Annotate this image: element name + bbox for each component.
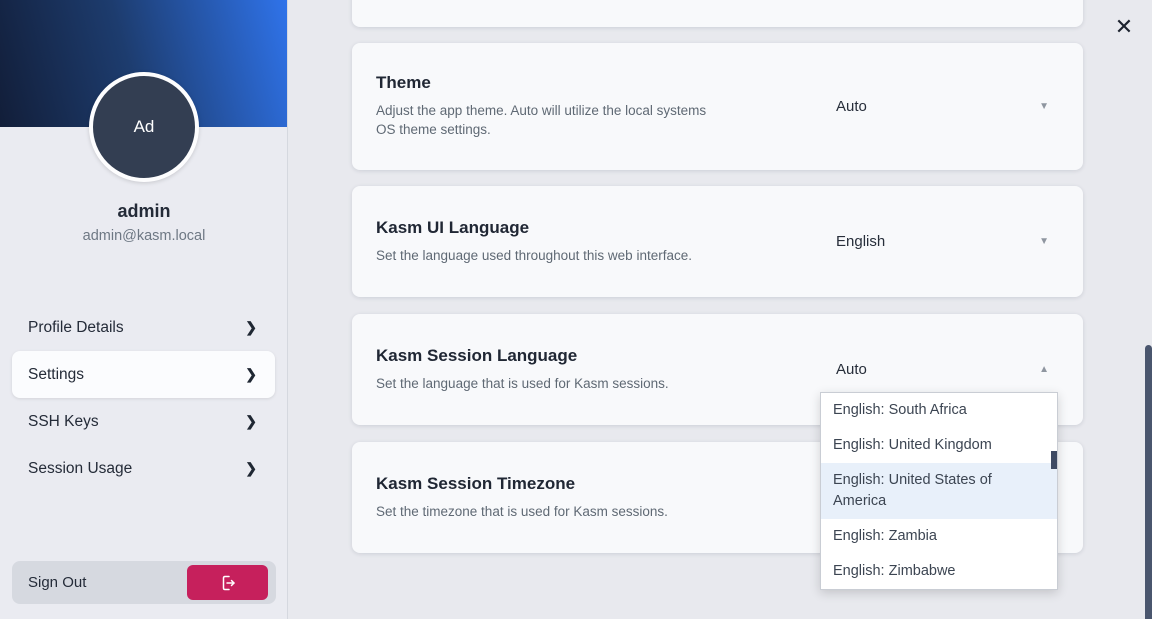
dropdown-option[interactable]: English: United Kingdom xyxy=(821,428,1057,463)
card-title: Kasm UI Language xyxy=(376,218,776,238)
caret-down-icon: ▼ xyxy=(1039,101,1049,112)
sign-out-row: Sign Out xyxy=(12,561,276,604)
chevron-right-icon: ❯ xyxy=(245,460,257,477)
card-description: Adjust the app theme. Auto will utilize … xyxy=(376,102,711,139)
theme-select[interactable]: Auto ▼ xyxy=(821,87,1059,127)
ui-language-select-value: English xyxy=(836,233,885,250)
card-text: Kasm Session Timezone Set the timezone t… xyxy=(376,474,776,522)
card-text: Theme Adjust the app theme. Auto will ut… xyxy=(376,73,776,139)
sidebar-item-label: Settings xyxy=(28,366,84,384)
sign-out-button[interactable] xyxy=(187,565,268,600)
card-description: Set the language that is used for Kasm s… xyxy=(376,375,711,394)
sign-out-label: Sign Out xyxy=(28,574,86,591)
profile-settings-screen: Ad admin admin@kasm.local Profile Detail… xyxy=(0,0,1152,619)
close-button[interactable]: ✕ xyxy=(1106,9,1142,45)
chevron-right-icon: ❯ xyxy=(245,366,257,383)
username: admin xyxy=(0,201,288,222)
dropdown-scrollbar[interactable] xyxy=(1051,451,1057,469)
card-text: Kasm Session Language Set the language t… xyxy=(376,346,776,394)
dropdown-option[interactable]: English: South Africa xyxy=(821,393,1057,428)
card-description: Set the timezone that is used for Kasm s… xyxy=(376,503,711,522)
avatar: Ad xyxy=(89,72,199,182)
chevron-right-icon: ❯ xyxy=(245,319,257,336)
user-email: admin@kasm.local xyxy=(0,228,288,244)
card-partial-top xyxy=(352,0,1083,27)
session-language-select[interactable]: Auto ▲ xyxy=(821,350,1059,390)
sidebar-item-label: SSH Keys xyxy=(28,413,99,431)
sidebar-item-profile-details[interactable]: Profile Details ❯ xyxy=(12,304,275,351)
close-icon: ✕ xyxy=(1115,14,1133,39)
page-scrollbar[interactable] xyxy=(1145,345,1152,619)
caret-up-icon: ▲ xyxy=(1039,364,1049,375)
chevron-right-icon: ❯ xyxy=(245,413,257,430)
card-title: Kasm Session Language xyxy=(376,346,776,366)
session-language-select-value: Auto xyxy=(836,361,867,378)
avatar-initials: Ad xyxy=(134,117,155,137)
sidebar-item-label: Session Usage xyxy=(28,460,132,478)
card-title: Kasm Session Timezone xyxy=(376,474,776,494)
card-text: Kasm UI Language Set the language used t… xyxy=(376,218,776,266)
card-theme: Theme Adjust the app theme. Auto will ut… xyxy=(352,43,1083,170)
session-language-dropdown: English: South Africa English: United Ki… xyxy=(820,392,1058,590)
logout-icon xyxy=(218,573,238,593)
card-description: Set the language used throughout this we… xyxy=(376,247,711,266)
dropdown-option-highlighted[interactable]: English: United States of America xyxy=(821,463,1057,519)
theme-select-value: Auto xyxy=(836,98,867,115)
ui-language-select[interactable]: English ▼ xyxy=(821,222,1059,262)
sidebar-item-settings[interactable]: Settings ❯ xyxy=(12,351,275,398)
dropdown-option[interactable]: English: Zambia xyxy=(821,519,1057,554)
card-kasm-ui-language: Kasm UI Language Set the language used t… xyxy=(352,186,1083,297)
sidebar-item-label: Profile Details xyxy=(28,319,124,337)
sidebar-menu: Profile Details ❯ Settings ❯ SSH Keys ❯ … xyxy=(0,304,287,492)
sidebar-item-session-usage[interactable]: Session Usage ❯ xyxy=(12,445,275,492)
profile-sidebar: Ad admin admin@kasm.local Profile Detail… xyxy=(0,0,288,619)
sidebar-item-ssh-keys[interactable]: SSH Keys ❯ xyxy=(12,398,275,445)
card-title: Theme xyxy=(376,73,776,93)
caret-down-icon: ▼ xyxy=(1039,236,1049,247)
dropdown-option[interactable]: English: Zimbabwe xyxy=(821,554,1057,589)
